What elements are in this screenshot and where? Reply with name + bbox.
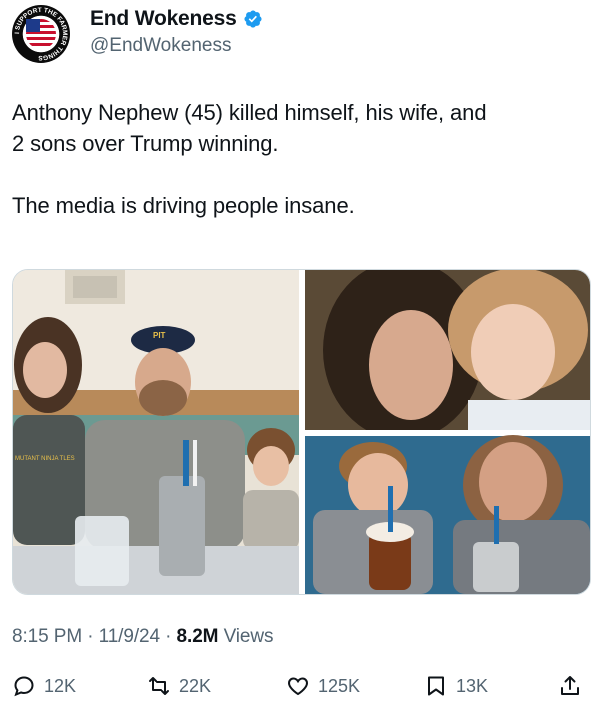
media-photo-woman-child[interactable] (305, 270, 590, 440)
like-button[interactable]: 125K (286, 674, 360, 698)
tweet-media-grid[interactable]: MUTANT NINJA TLES PIT (12, 269, 591, 595)
media-images: MUTANT NINJA TLES PIT (13, 270, 590, 594)
tweet-header: I SUPPORT THE FARMER THINGS End Wokeness… (12, 5, 572, 69)
meta-separator: · (82, 626, 99, 647)
like-count: 125K (318, 675, 361, 696)
verified-badge-icon (244, 10, 262, 28)
flag-avatar-icon (26, 19, 56, 49)
reply-count: 12K (44, 675, 77, 696)
meta-separator: · (159, 626, 177, 647)
author-name-row: End Wokeness (90, 7, 263, 31)
tweet-meta: 8:15 PM · 11/9/24 · 8.2M Views (12, 626, 274, 648)
media-photo-milkshakes[interactable] (305, 435, 590, 594)
reply-button[interactable]: 12K (12, 674, 76, 698)
bookmark-button[interactable]: 13K (424, 674, 488, 698)
cap-text: PIT (153, 331, 166, 340)
author-avatar[interactable]: I SUPPORT THE FARMER THINGS (12, 5, 70, 63)
shirt-text: MUTANT NINJA TLES (15, 456, 75, 462)
bookmark-icon (428, 676, 444, 696)
views-label: Views (223, 626, 274, 647)
retweet-count: 22K (179, 675, 212, 696)
heart-icon (288, 677, 308, 696)
author-name[interactable]: End Wokeness (90, 7, 237, 31)
media-photo-family-diner[interactable]: MUTANT NINJA TLES PIT (13, 270, 299, 594)
retweet-icon (149, 677, 169, 695)
reply-icon (14, 676, 34, 697)
tweet-date[interactable]: 11/9/24 (99, 626, 160, 647)
share-button[interactable] (558, 674, 582, 698)
tweet-time[interactable]: 8:15 PM (12, 626, 82, 647)
tweet-text: Anthony Nephew (45) killed himself, his … (12, 100, 487, 218)
bookmark-count: 13K (456, 675, 489, 696)
author-handle[interactable]: @EndWokeness (90, 35, 231, 57)
views-count: 8.2M (176, 626, 219, 647)
retweet-button[interactable]: 22K (147, 674, 211, 698)
tweet-actions: 12K 22K 125K 13K (0, 674, 601, 706)
share-icon (561, 676, 579, 695)
